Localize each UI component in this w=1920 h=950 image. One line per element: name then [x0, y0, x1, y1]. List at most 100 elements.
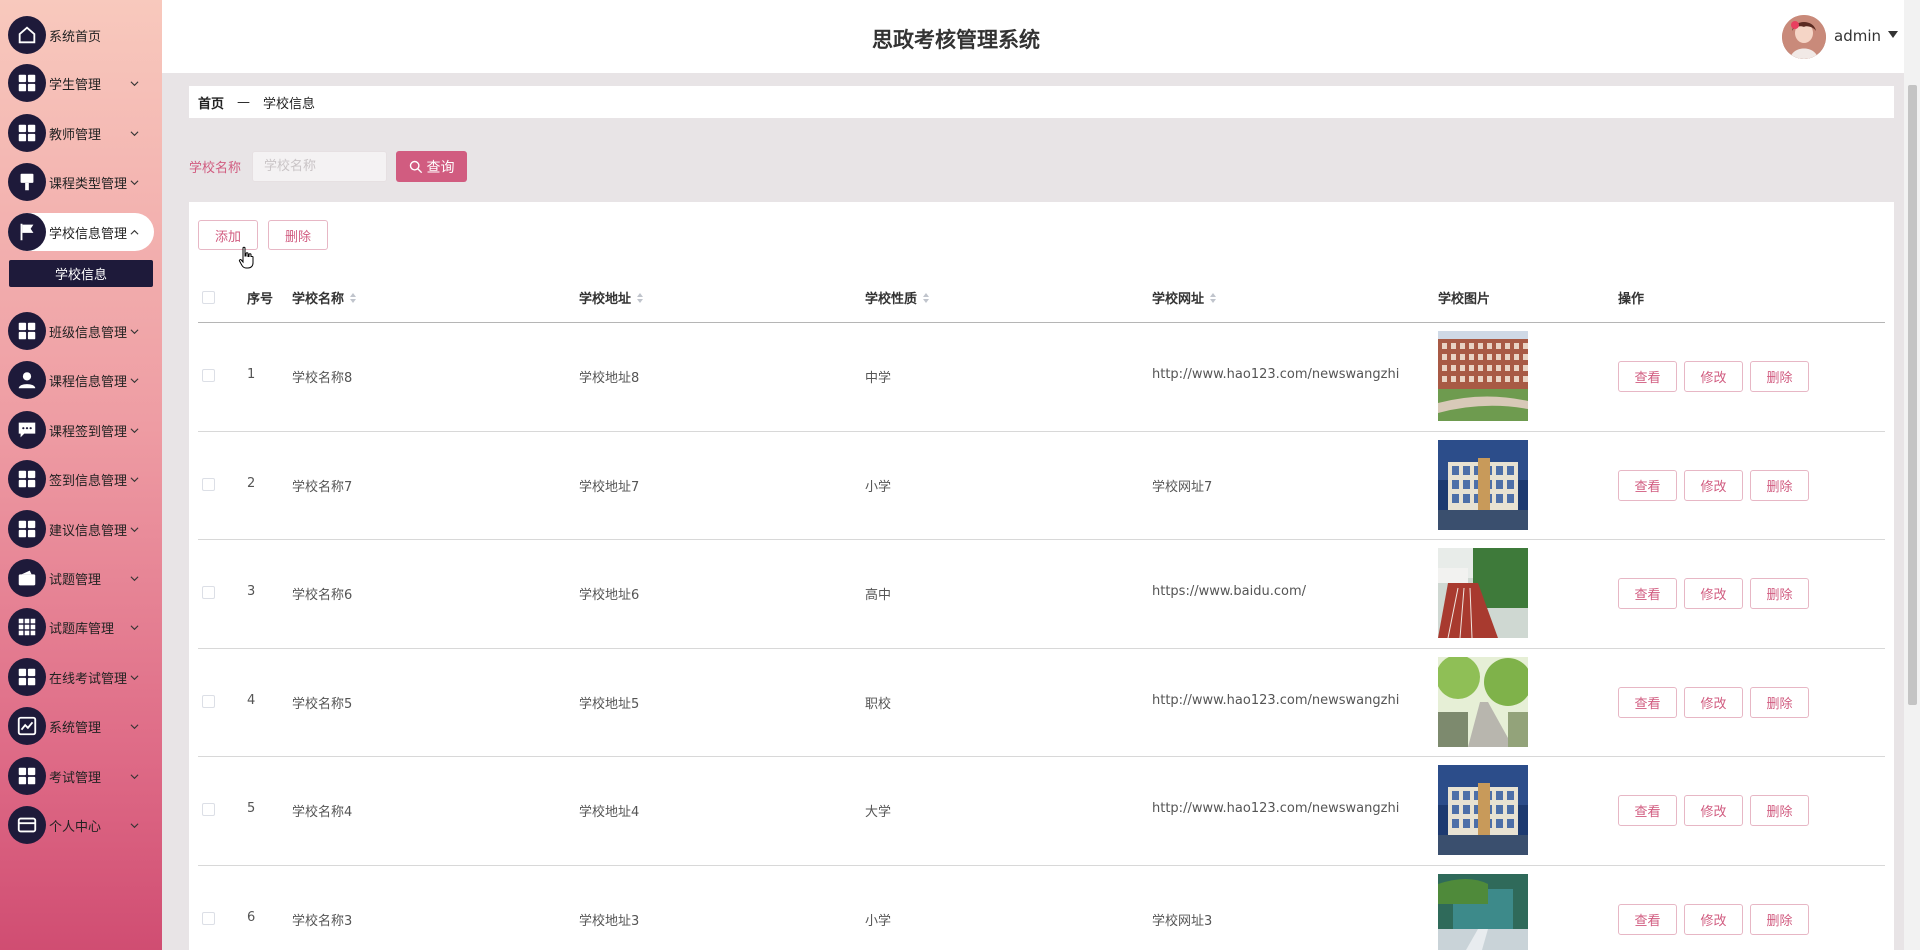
- sidebar-item-label: 试题管理: [49, 572, 102, 588]
- view-button[interactable]: 查看: [1618, 903, 1677, 935]
- view-button[interactable]: 查看: [1618, 795, 1677, 827]
- brush-icon: [8, 163, 46, 201]
- search-button[interactable]: 查询: [396, 151, 467, 182]
- school-name-search-input[interactable]: [252, 151, 387, 182]
- sort-icon[interactable]: [350, 292, 357, 303]
- edit-button[interactable]: 修改: [1684, 686, 1743, 718]
- edit-button[interactable]: 修改: [1684, 361, 1743, 393]
- sidebar-item-course-info[interactable]: 课程信息管理: [8, 361, 154, 399]
- page-scrollbar[interactable]: [1904, 0, 1920, 950]
- delete-button[interactable]: 删除: [1750, 903, 1809, 935]
- edit-button[interactable]: 修改: [1684, 578, 1743, 610]
- submenu-item-school-info[interactable]: 学校信息: [9, 260, 153, 287]
- column-header-label: 学校图片: [1438, 292, 1491, 307]
- chevron-down-icon: [130, 376, 142, 385]
- sort-icon[interactable]: [637, 292, 644, 303]
- sidebar-item-teachers[interactable]: 教师管理: [8, 114, 154, 152]
- school-image[interactable]: [1438, 873, 1528, 950]
- column-header-url[interactable]: 学校网址: [1152, 288, 1217, 307]
- view-button[interactable]: 查看: [1618, 686, 1677, 718]
- top-header: 思政考核管理系统 admin: [162, 0, 1904, 73]
- sidebar-item-system[interactable]: 系统管理: [8, 707, 154, 745]
- sidebar-item-label: 学生管理: [49, 77, 102, 93]
- chevron-down-icon: [130, 475, 142, 484]
- delete-button[interactable]: 删除: [1750, 469, 1809, 501]
- sort-icon[interactable]: [1210, 292, 1217, 303]
- delete-button[interactable]: 删除: [1750, 795, 1809, 827]
- cell-index: 1: [247, 367, 256, 383]
- sidebar-item-label: 系统首页: [49, 29, 102, 45]
- select-all-checkbox[interactable]: [202, 291, 215, 304]
- cell-school-address: 学校地址4: [579, 805, 640, 821]
- sidebar-item-questions[interactable]: 试题管理: [8, 559, 154, 597]
- column-header-address[interactable]: 学校地址: [579, 288, 644, 307]
- breadcrumb-separator: —: [237, 94, 251, 110]
- sidebar-item-profile[interactable]: 个人中心: [8, 806, 154, 844]
- delete-button[interactable]: 删除: [1750, 578, 1809, 610]
- cell-school-type: 小学: [865, 479, 892, 495]
- sort-icon[interactable]: [923, 292, 930, 303]
- column-header-image: 学校图片: [1438, 288, 1490, 307]
- school-image[interactable]: [1438, 765, 1528, 856]
- row-checkbox[interactable]: [202, 694, 215, 708]
- scrollbar-thumb[interactable]: [1908, 85, 1917, 705]
- sidebar-item-course-types[interactable]: 课程类型管理: [8, 163, 154, 201]
- sidebar-item-label: 签到信息管理: [49, 473, 128, 489]
- school-image[interactable]: [1438, 439, 1528, 530]
- column-header-type[interactable]: 学校性质: [865, 288, 930, 307]
- cell-index: 3: [247, 584, 256, 600]
- chevron-down-icon: [130, 525, 142, 534]
- sidebar-item-class-info[interactable]: 班级信息管理: [8, 312, 154, 350]
- row-checkbox[interactable]: [202, 369, 215, 383]
- avatar[interactable]: [1782, 15, 1826, 59]
- edit-button[interactable]: 修改: [1684, 795, 1743, 827]
- sidebar-item-label: 班级信息管理: [49, 325, 128, 341]
- sidebar-item-school-info[interactable]: 学校信息管理: [8, 213, 154, 251]
- view-button[interactable]: 查看: [1618, 361, 1677, 393]
- school-image[interactable]: [1438, 656, 1528, 747]
- view-button[interactable]: 查看: [1618, 578, 1677, 610]
- column-header-name[interactable]: 学校名称: [292, 288, 357, 307]
- cell-school-address: 学校地址5: [579, 696, 640, 712]
- sidebar-item-online-exam[interactable]: 在线考试管理: [8, 658, 154, 696]
- row-checkbox[interactable]: [202, 911, 215, 925]
- batch-delete-button[interactable]: 删除: [268, 220, 328, 250]
- app-title: 思政考核管理系统: [872, 28, 1040, 52]
- chevron-down-icon: [130, 574, 142, 583]
- grid-icon: [8, 312, 46, 350]
- row-checkbox[interactable]: [202, 586, 215, 600]
- sidebar-item-suggestions[interactable]: 建议信息管理: [8, 510, 154, 548]
- school-image[interactable]: [1438, 548, 1528, 639]
- sidebar-item-checkin-info[interactable]: 签到信息管理: [8, 460, 154, 498]
- chevron-down-icon: [130, 426, 142, 435]
- sidebar-item-course-checkin[interactable]: 课程签到管理: [8, 411, 154, 449]
- cell-school-url: https://www.baidu.com/: [1152, 584, 1307, 600]
- cell-index: 4: [247, 692, 256, 708]
- sidebar-item-home[interactable]: 系统首页: [8, 16, 154, 54]
- sidebar-item-exams[interactable]: 考试管理: [8, 757, 154, 795]
- cell-school-type: 大学: [865, 805, 892, 821]
- user-name[interactable]: admin: [1834, 27, 1881, 45]
- school-image[interactable]: [1438, 331, 1528, 422]
- edit-button[interactable]: 修改: [1684, 469, 1743, 501]
- chevron-down-icon: [130, 178, 142, 187]
- delete-button[interactable]: 删除: [1750, 361, 1809, 393]
- row-checkbox[interactable]: [202, 803, 215, 817]
- search-icon: [409, 160, 423, 174]
- grid-icon: [8, 757, 46, 795]
- table-icon: [8, 608, 46, 646]
- chat-icon: [8, 411, 46, 449]
- row-checkbox[interactable]: [202, 477, 215, 491]
- cell-school-name: 学校名称7: [292, 479, 353, 495]
- breadcrumb-home[interactable]: 首页: [198, 93, 224, 112]
- breadcrumb-current: 学校信息: [263, 96, 316, 112]
- view-button[interactable]: 查看: [1618, 469, 1677, 501]
- cell-school-url: http://www.hao123.com/newswangzhi: [1152, 692, 1400, 708]
- delete-button[interactable]: 删除: [1750, 686, 1809, 718]
- edit-button[interactable]: 修改: [1684, 903, 1743, 935]
- sidebar: 系统首页 学生管理 教师管理 课程类型管理 学校信息管理 学校信息 班级信息管理: [0, 0, 162, 950]
- sidebar-item-question-bank[interactable]: 试题库管理: [8, 608, 154, 646]
- sidebar-item-label: 教师管理: [49, 127, 102, 143]
- sidebar-item-students[interactable]: 学生管理: [8, 64, 154, 102]
- caret-down-icon[interactable]: [1888, 31, 1898, 38]
